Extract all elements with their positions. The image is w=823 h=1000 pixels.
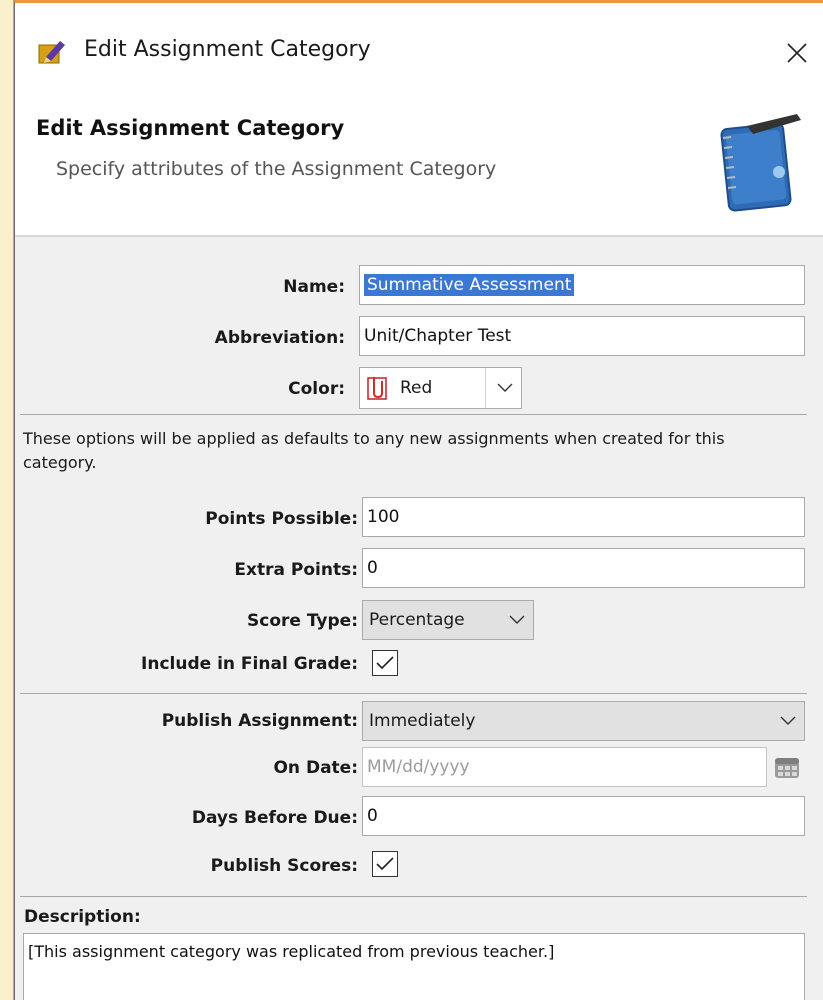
header-subtitle: Specify attributes of the Assignment Cat… [56,158,497,180]
abbreviation-input[interactable]: Unit/Chapter Test [359,316,805,356]
defaults-note: These options will be applied as default… [23,429,725,472]
title-bar: Edit Assignment Category [15,3,823,100]
chevron-down-icon [509,615,525,624]
on-date-label: On Date: [273,758,358,778]
score-type-value: Percentage [369,610,465,630]
on-date-input[interactable]: MM/dd/yyyy [362,747,767,787]
notebook-icon [720,114,801,212]
extra-points-input[interactable]: 0 [362,548,805,588]
points-possible-label: Points Possible: [205,509,358,529]
days-before-due-label: Days Before Due: [191,808,358,828]
section-divider [20,693,807,694]
publish-scores-checkbox[interactable] [372,851,398,877]
combo-divider [485,368,486,408]
include-final-grade-label: Include in Final Grade: [141,654,358,674]
extra-points-label: Extra Points: [234,560,358,580]
chevron-down-icon [497,383,513,392]
publish-scores-label: Publish Scores: [210,856,358,876]
score-type-label: Score Type: [247,611,358,631]
calendar-icon [775,758,799,778]
publish-assignment-value: Immediately [369,711,476,731]
header-title: Edit Assignment Category [36,116,345,140]
checkmark-icon [376,857,394,871]
close-icon [787,43,807,63]
calendar-button[interactable] [773,754,801,780]
section-divider [20,896,807,897]
color-select[interactable]: Red [359,367,522,409]
description-textarea[interactable]: [This assignment category was replicated… [23,933,805,1000]
red-paperclip-icon [367,377,387,400]
days-before-due-input[interactable]: 0 [362,796,805,836]
form-panel: Name: Summative Assessment Abbreviation:… [15,237,823,1000]
close-button[interactable] [777,33,817,73]
include-final-grade-checkbox[interactable] [372,650,398,676]
abbreviation-label: Abbreviation: [214,328,345,348]
publish-assignment-select[interactable]: Immediately [362,701,805,741]
name-label: Name: [283,277,345,297]
chevron-down-icon [780,716,796,725]
checkmark-icon [376,656,394,670]
background-window-edge [0,0,14,1000]
color-label: Color: [288,379,345,399]
score-type-select[interactable]: Percentage [362,600,534,640]
name-input[interactable]: Summative Assessment [359,265,805,305]
points-possible-input[interactable]: 100 [362,497,805,537]
on-date-placeholder: MM/dd/yyyy [367,757,470,777]
section-divider [20,414,807,415]
window-title: Edit Assignment Category [84,37,371,62]
pencil-icon [38,41,65,64]
publish-assignment-label: Publish Assignment: [161,711,358,731]
color-select-value: Red [400,378,433,398]
dialog-header: Edit Assignment Category Specify attribu… [15,100,823,235]
edit-assignment-category-dialog: Edit Assignment Category Edit Assignment… [14,0,823,1000]
description-label: Description: [24,907,141,927]
name-input-value: Summative Assessment [364,274,575,296]
